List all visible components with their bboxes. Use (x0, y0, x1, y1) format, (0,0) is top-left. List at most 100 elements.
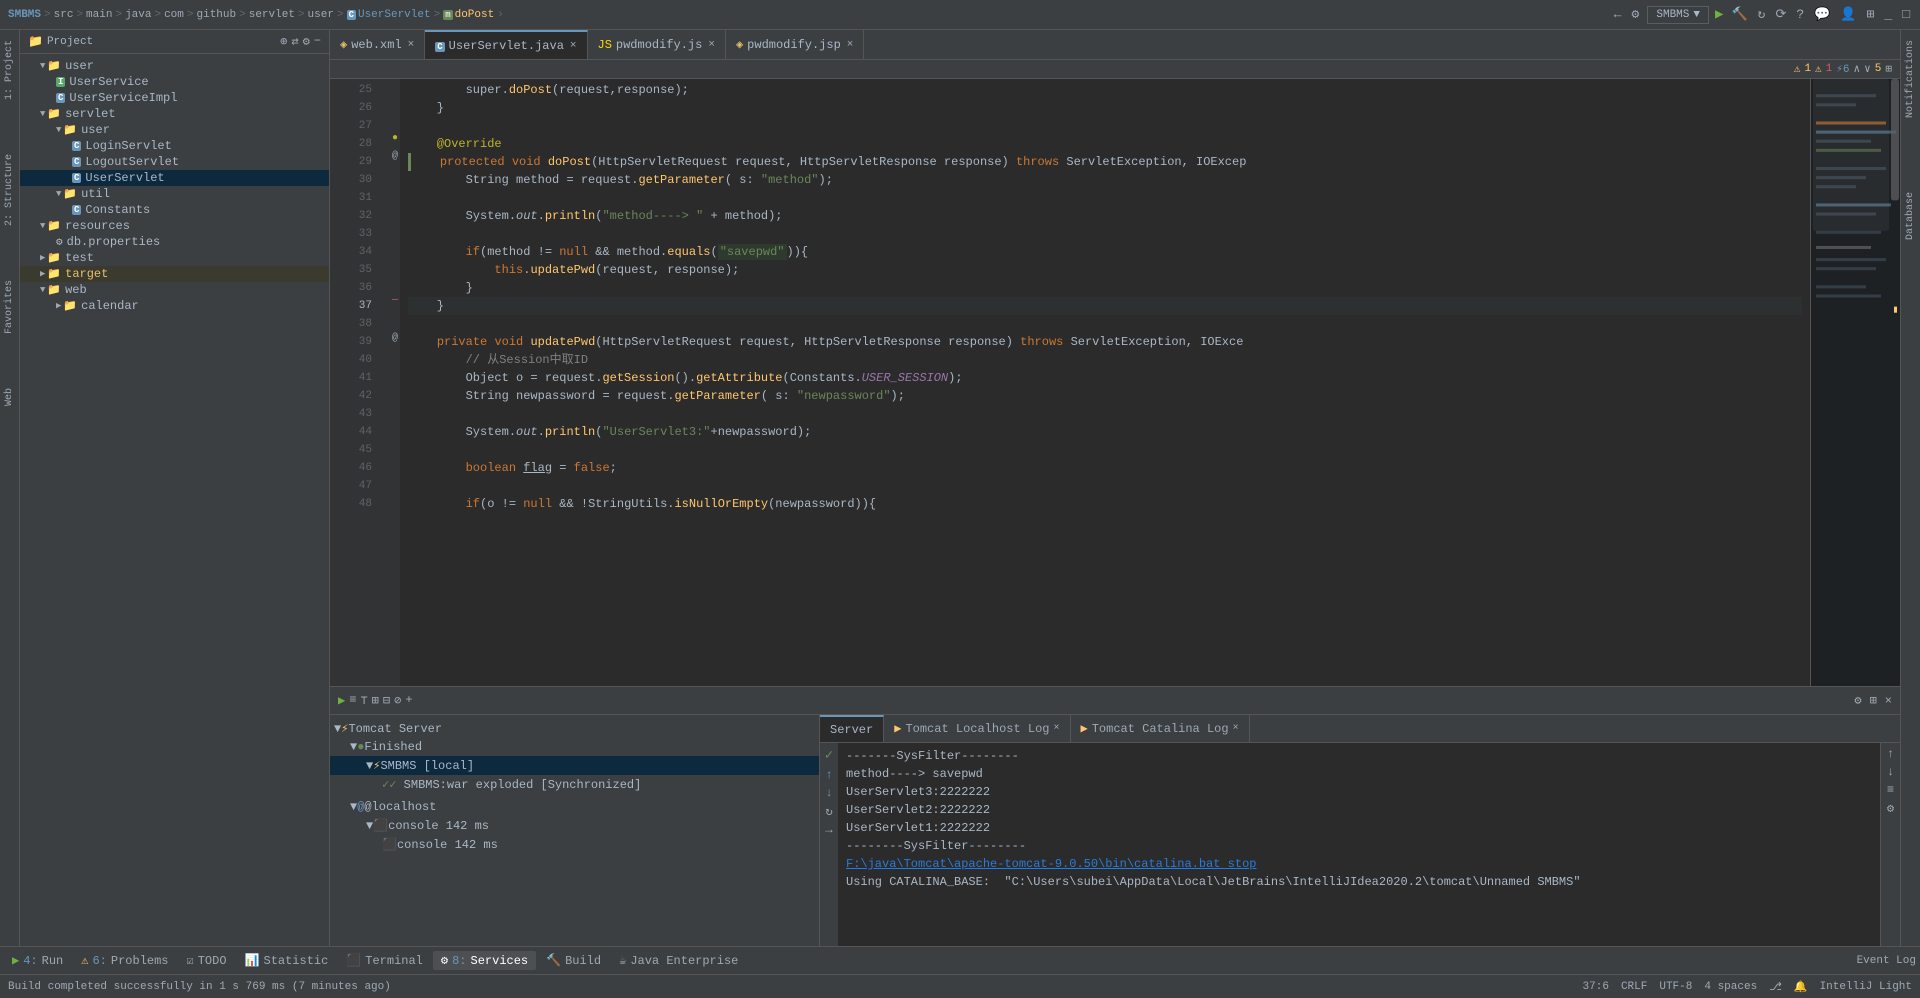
services-collapse-icon[interactable]: ≡ (349, 693, 356, 708)
tree-item-userservlet[interactable]: C UserServlet (20, 170, 329, 186)
build-icon[interactable]: 🔨 (1729, 5, 1749, 24)
tree-item-userserviceimpl[interactable]: C UserServiceImpl (20, 90, 329, 106)
tree-item-constants[interactable]: C Constants (20, 202, 329, 218)
tree-item-util-folder[interactable]: ▼ 📁 util (20, 186, 329, 202)
tree-item-servlet-user-folder[interactable]: ▼ 📁 user (20, 122, 329, 138)
help-icon[interactable]: ? (1794, 5, 1806, 24)
refresh-icon[interactable]: ⟳ (1773, 5, 1788, 24)
window-icon[interactable]: ⊞ (1865, 5, 1877, 24)
tree-item-userservice[interactable]: I UserService (20, 74, 329, 90)
output-arrow-up-icon[interactable]: ↓ (825, 786, 832, 800)
tab-close-web-xml[interactable]: × (408, 39, 415, 51)
tab-web-xml[interactable]: ◈ web.xml × (330, 30, 425, 59)
run-button[interactable]: ▶ (1715, 6, 1723, 23)
maximize-icon[interactable]: □ (1900, 5, 1912, 24)
status-notification-icon[interactable]: 🔔 (1794, 980, 1808, 994)
btab-build[interactable]: 🔨 Build (538, 951, 609, 970)
btab-run[interactable]: ▶ 4: Run (4, 951, 71, 970)
chat-icon[interactable]: 💬 (1812, 5, 1832, 24)
btab-todo[interactable]: ☑ TODO (179, 951, 235, 970)
event-log-link[interactable]: Event Log (1857, 955, 1916, 967)
settings-icon[interactable]: ⚙ (1630, 5, 1642, 24)
update-icon[interactable]: ↻ (1756, 5, 1768, 24)
nav-down-icon[interactable]: ∨ (1864, 62, 1871, 76)
smbms-config-badge[interactable]: SMBMS ▼ (1647, 6, 1709, 24)
services-tomcat-server[interactable]: ▼ ⚡ Tomcat Server (330, 719, 819, 738)
expand-icon[interactable]: ⊞ (1885, 62, 1892, 76)
services-filter-icon[interactable]: ⊘ (394, 693, 401, 708)
services-console-2[interactable]: ⬛ console 142 ms (330, 835, 819, 854)
status-encoding[interactable]: UTF-8 (1659, 981, 1692, 993)
tab-close-pwdmodify-js[interactable]: × (708, 39, 715, 51)
output-tab-server[interactable]: Server (820, 715, 884, 742)
status-line-ending[interactable]: CRLF (1621, 981, 1647, 993)
user-icon[interactable]: 👤 (1838, 5, 1858, 24)
services-finished[interactable]: ▼ ● Finished (330, 738, 819, 756)
close-panel-icon[interactable]: × (1885, 694, 1892, 708)
btab-problems[interactable]: ⚠ 6: Problems (73, 951, 176, 970)
maximize-panel-icon[interactable]: ⊞ (1870, 693, 1877, 708)
tree-item-loginservlet[interactable]: C LoginServlet (20, 138, 329, 154)
tomcat-catalina-close[interactable]: × (1233, 723, 1239, 734)
tab-close-pwdmodify-jsp[interactable]: × (847, 39, 854, 51)
btab-terminal[interactable]: ⬛ Terminal (338, 951, 431, 970)
right-tab-notifications[interactable]: Notifications (1903, 34, 1918, 124)
right-tab-database[interactable]: Database (1903, 186, 1918, 246)
minimize-icon[interactable]: _ (1882, 5, 1894, 24)
status-theme[interactable]: IntelliJ Light (1820, 981, 1912, 993)
breadcrumb-smbms[interactable]: SMBMS (8, 9, 41, 21)
status-position[interactable]: 37:6 (1583, 981, 1609, 993)
output-refresh-icon[interactable]: ↻ (825, 804, 832, 819)
tree-item-target-folder[interactable]: ▶ 📁 target (20, 266, 329, 282)
output-tab-tomcat-localhost[interactable]: ▶ Tomcat Localhost Log × (884, 715, 1070, 742)
nav-up-icon[interactable]: ∧ (1854, 62, 1861, 76)
services-run-icon[interactable]: ▶ (338, 693, 345, 708)
services-group-icon[interactable]: ⊞ (372, 693, 379, 708)
left-tab-structure[interactable]: 2: Structure (2, 148, 17, 232)
services-smbms-local[interactable]: ▼ ⚡ SMBMS [local] (330, 756, 819, 775)
tree-item-web-folder[interactable]: ▼ 📁 web (20, 282, 329, 298)
tree-item-logoutservlet[interactable]: C LogoutServlet (20, 154, 329, 170)
output-tab-tomcat-catalina[interactable]: ▶ Tomcat Catalina Log × (1071, 715, 1250, 742)
left-tab-project[interactable]: 1: Project (2, 34, 17, 106)
tree-item-servlet-folder[interactable]: ▼ 📁 servlet (20, 106, 329, 122)
breadcrumb-userservlet[interactable]: UserServlet (358, 9, 431, 21)
output-line-catalina-link[interactable]: F:\java\Tomcat\apache-tomcat-9.0.50\bin\… (846, 855, 1872, 873)
settings-icon-panel[interactable]: ⚙ (1854, 693, 1861, 708)
btab-services[interactable]: ⚙ 8: Services (433, 951, 536, 970)
tab-close-userservlet-java[interactable]: × (570, 40, 577, 52)
output-arrow-down-icon[interactable]: ↑ (825, 768, 832, 782)
tab-userservlet-java[interactable]: C UserServlet.java × (425, 30, 587, 59)
status-indent[interactable]: 4 spaces (1704, 981, 1757, 993)
code-area[interactable]: super.doPost(request,response); } @Overr… (400, 79, 1810, 686)
output-scroll-end[interactable]: ≡ (1887, 783, 1894, 797)
add-module-icon[interactable]: ⊕ (280, 34, 287, 49)
btab-java-enterprise[interactable]: ☕ Java Enterprise (611, 951, 746, 970)
tab-pwdmodify-js[interactable]: JS pwdmodify.js × (588, 30, 726, 59)
services-localhost[interactable]: ▼ @ @localhost (330, 798, 819, 816)
catalina-bat-link[interactable]: F:\java\Tomcat\apache-tomcat-9.0.50\bin\… (846, 855, 1256, 873)
services-add-icon[interactable]: + (405, 693, 412, 708)
sync-icon[interactable]: ⇄ (291, 34, 298, 49)
output-settings[interactable]: ⚙ (1887, 801, 1894, 816)
left-tab-favorites[interactable]: Favorites (2, 274, 17, 340)
output-scroll-down[interactable]: ↓ (1887, 765, 1894, 779)
services-console-1[interactable]: ▼ ⬛ console 142 ms (330, 816, 819, 835)
services-align-top-icon[interactable]: ⊤ (360, 693, 367, 708)
btab-statistic[interactable]: 📊 Statistic (237, 951, 337, 970)
output-scroll-up[interactable]: ↑ (1887, 747, 1894, 761)
navigate-back-icon[interactable]: ← (1612, 5, 1624, 24)
tomcat-localhost-close[interactable]: × (1053, 723, 1059, 734)
output-area[interactable]: -------SysFilter-------- method----> sav… (838, 743, 1880, 946)
tree-item-calendar-folder[interactable]: ▶ 📁 calendar (20, 298, 329, 314)
services-ungroup-icon[interactable]: ⊟ (383, 693, 390, 708)
services-war-exploded[interactable]: ✓ ✓ SMBMS:war exploded [Synchronized] (330, 775, 819, 794)
breadcrumb-dopost[interactable]: doPost (455, 9, 495, 21)
left-tab-web[interactable]: Web (2, 382, 17, 412)
close-icon[interactable]: − (314, 34, 321, 49)
tree-item-test-folder[interactable]: ▶ 📁 test (20, 250, 329, 266)
tree-item-resources-folder[interactable]: ▼ 📁 resources (20, 218, 329, 234)
output-forward-icon[interactable]: → (825, 823, 832, 837)
tree-item-db-properties[interactable]: ⚙ db.properties (20, 234, 329, 250)
settings-icon[interactable]: ⚙ (303, 34, 310, 49)
